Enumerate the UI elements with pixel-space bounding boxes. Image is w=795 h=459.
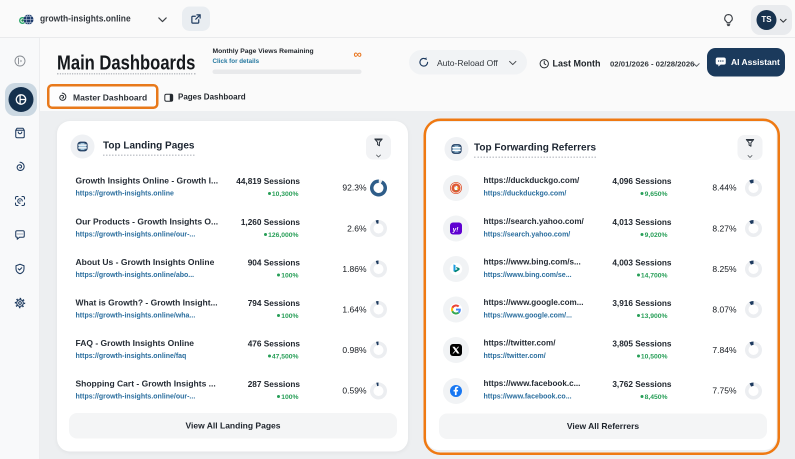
svg-text:y!: y! bbox=[452, 226, 460, 233]
